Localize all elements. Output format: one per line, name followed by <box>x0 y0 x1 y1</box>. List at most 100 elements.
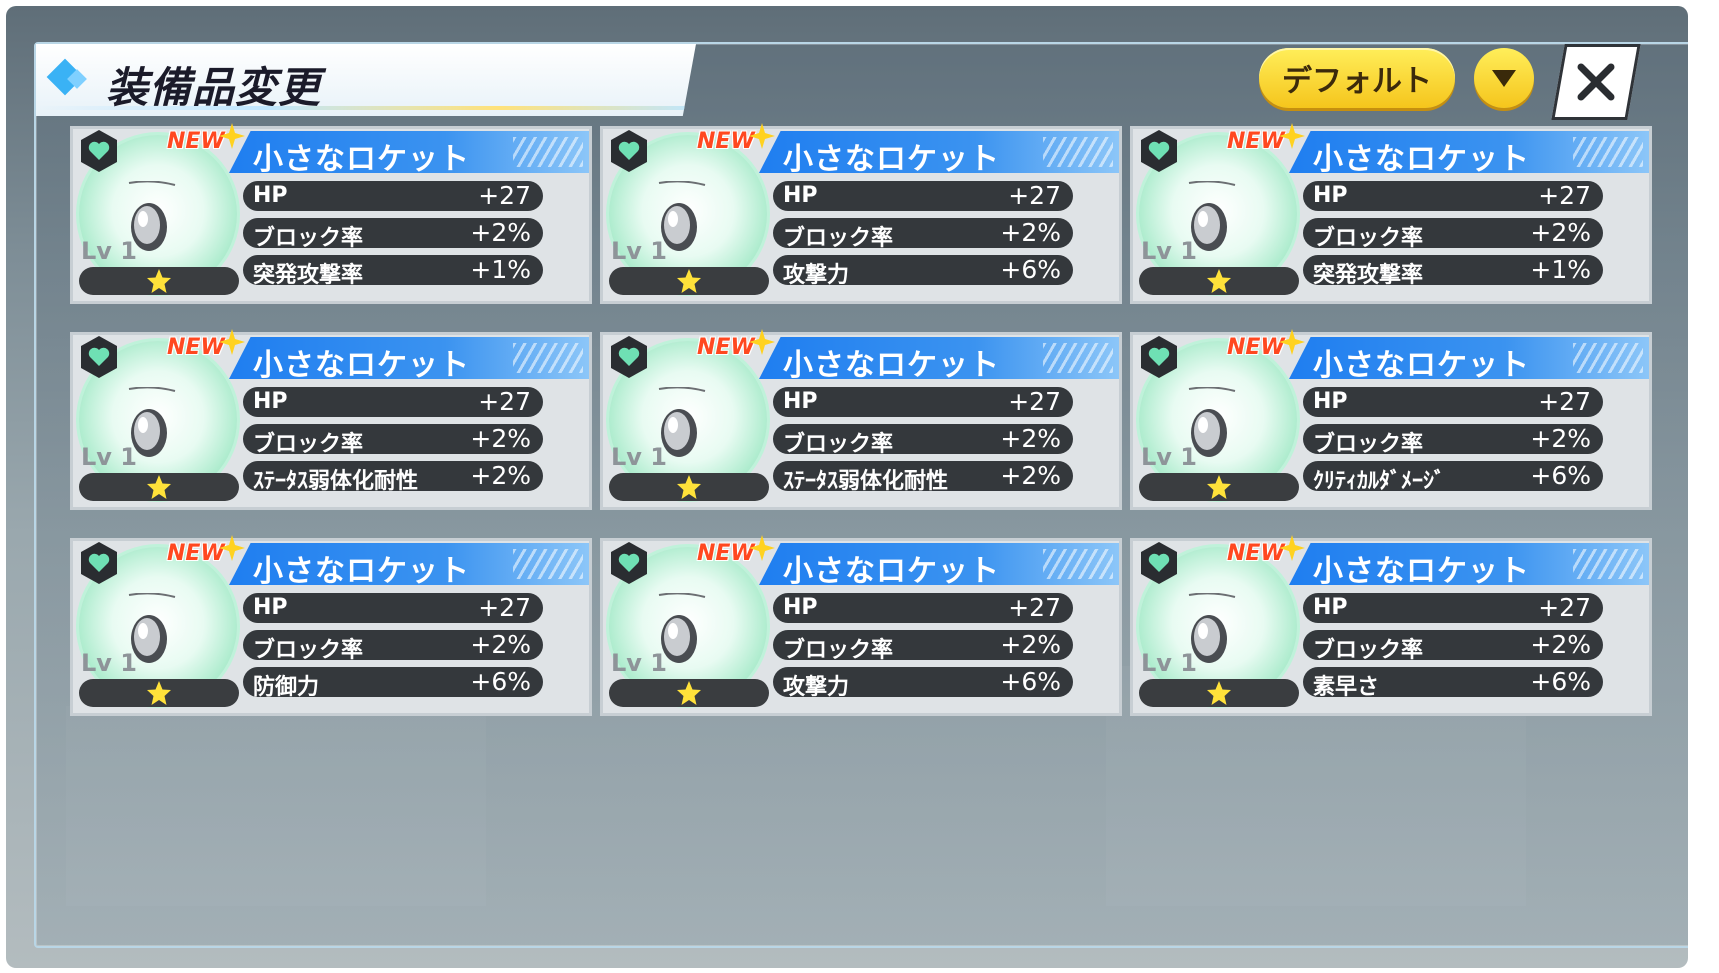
heart-hexagon-icon <box>81 336 117 378</box>
equipment-card[interactable]: NEW Lv 1 小さなロケット HP +27 ブロック率 +2% ｸﾘﾃｨｶﾙ… <box>1130 329 1652 510</box>
stat-label: ｽﾃｰﾀｽ弱体化耐性 <box>783 469 949 494</box>
stat-label: 突発攻撃率 <box>253 263 364 288</box>
equipment-card[interactable]: NEW Lv 1 小さなロケット HP +27 ブロック率 +2% ｽﾃｰﾀｽ弱… <box>70 329 592 510</box>
stat-label: ブロック率 <box>253 432 364 457</box>
sparkle-icon <box>1279 329 1305 355</box>
item-level: Lv 1 <box>1141 237 1197 265</box>
star-icon <box>1207 269 1231 293</box>
game-screen: 装備品変更 デフォルト NEW Lv 1 小さなロケット HP +27 ブロック… <box>6 6 1688 968</box>
heart-hexagon-icon <box>611 542 647 584</box>
sparkle-icon <box>219 123 245 149</box>
stat-value: +2% <box>1000 461 1061 490</box>
heart-hexagon-icon <box>1141 336 1177 378</box>
stat-label: ｸﾘﾃｨｶﾙﾀﾞﾒｰｼﾞ <box>1313 469 1446 494</box>
sparkle-icon <box>219 329 245 355</box>
item-name-bar: 小さなロケット <box>229 543 589 585</box>
rarity-bar <box>1139 267 1299 295</box>
equipment-card[interactable]: NEW Lv 1 小さなロケット HP +27 ブロック率 +2% 突発攻撃率 … <box>1130 123 1652 304</box>
stat-row: ｽﾃｰﾀｽ弱体化耐性 +2% <box>243 461 543 494</box>
stat-row: HP +27 <box>243 593 543 623</box>
stat-row: 攻撃力 +6% <box>773 667 1073 700</box>
sort-dropdown-button[interactable] <box>1474 48 1534 108</box>
item-name: 小さなロケット <box>783 348 1000 383</box>
close-button[interactable] <box>1551 44 1641 120</box>
sparkle-icon <box>749 535 775 561</box>
rarity-bar <box>79 267 239 295</box>
stat-value: +27 <box>1538 181 1591 210</box>
stat-row: ブロック率 +2% <box>243 218 543 251</box>
item-name: 小さなロケット <box>783 554 1000 589</box>
stat-row: HP +27 <box>1303 593 1603 623</box>
item-name: 小さなロケット <box>783 142 1000 177</box>
stat-value: +2% <box>470 461 531 490</box>
stat-label: HP <box>783 183 818 208</box>
stat-row: 素早さ +6% <box>1303 667 1603 700</box>
new-badge: NEW <box>1227 541 1285 566</box>
stat-value: +1% <box>1530 255 1591 284</box>
stat-row: ブロック率 +2% <box>773 630 1073 663</box>
stat-value: +6% <box>470 667 531 696</box>
stat-label: HP <box>1313 183 1348 208</box>
item-level: Lv 1 <box>1141 443 1197 471</box>
star-icon <box>147 269 171 293</box>
stat-row: HP +27 <box>773 387 1073 417</box>
stat-value: +27 <box>1008 593 1061 622</box>
stat-value: +2% <box>470 424 531 453</box>
item-name-bar: 小さなロケット <box>229 131 589 173</box>
item-name-bar: 小さなロケット <box>229 337 589 379</box>
stat-row: ブロック率 +2% <box>773 424 1073 457</box>
sparkle-icon <box>749 123 775 149</box>
equipment-card[interactable]: NEW Lv 1 小さなロケット HP +27 ブロック率 +2% 攻撃力 +6… <box>600 123 1122 304</box>
rarity-bar <box>1139 473 1299 501</box>
heart-hexagon-icon <box>611 336 647 378</box>
sparkle-icon <box>1279 123 1305 149</box>
item-name: 小さなロケット <box>253 348 470 383</box>
equipment-card[interactable]: NEW Lv 1 小さなロケット HP +27 ブロック率 +2% 防御力 +6… <box>70 535 592 716</box>
equipment-card[interactable]: NEW Lv 1 小さなロケット HP +27 ブロック率 +2% 突発攻撃率 … <box>70 123 592 304</box>
stat-row: ブロック率 +2% <box>243 630 543 663</box>
item-name-bar: 小さなロケット <box>1289 131 1649 173</box>
new-badge: NEW <box>1227 129 1285 154</box>
equipment-card[interactable]: NEW Lv 1 小さなロケット HP +27 ブロック率 +2% ｽﾃｰﾀｽ弱… <box>600 329 1122 510</box>
item-name-bar: 小さなロケット <box>759 131 1119 173</box>
stat-value: +2% <box>1000 424 1061 453</box>
stat-label: ブロック率 <box>783 432 894 457</box>
stat-value: +27 <box>478 181 531 210</box>
stat-value: +6% <box>1000 255 1061 284</box>
heart-hexagon-icon <box>1141 542 1177 584</box>
item-name-bar: 小さなロケット <box>1289 543 1649 585</box>
item-name: 小さなロケット <box>1313 554 1530 589</box>
new-badge: NEW <box>167 335 225 360</box>
stat-row: 突発攻撃率 +1% <box>243 255 543 288</box>
item-level: Lv 1 <box>1141 649 1197 677</box>
stat-value: +2% <box>1000 630 1061 659</box>
star-icon <box>677 681 701 705</box>
stat-label: HP <box>1313 595 1348 620</box>
item-name: 小さなロケット <box>1313 348 1530 383</box>
item-name-bar: 小さなロケット <box>759 337 1119 379</box>
stat-label: 突発攻撃率 <box>1313 263 1424 288</box>
stat-label: 攻撃力 <box>783 675 850 700</box>
stat-row: HP +27 <box>243 387 543 417</box>
stat-label: HP <box>253 595 288 620</box>
stat-value: +27 <box>1538 593 1591 622</box>
new-badge: NEW <box>167 129 225 154</box>
heart-hexagon-icon <box>81 542 117 584</box>
stat-label: ブロック率 <box>1313 638 1424 663</box>
stat-row: ブロック率 +2% <box>1303 630 1603 663</box>
item-level: Lv 1 <box>611 237 667 265</box>
rarity-bar <box>1139 679 1299 707</box>
new-badge: NEW <box>697 335 755 360</box>
title-bar: 装備品変更 <box>36 44 696 116</box>
sparkle-icon <box>219 535 245 561</box>
equipment-card[interactable]: NEW Lv 1 小さなロケット HP +27 ブロック率 +2% 攻撃力 +6… <box>600 535 1122 716</box>
sparkle-icon <box>1279 535 1305 561</box>
stat-label: 防御力 <box>253 675 320 700</box>
chevron-down-icon <box>1492 70 1516 87</box>
equipment-card[interactable]: NEW Lv 1 小さなロケット HP +27 ブロック率 +2% 素早さ +6… <box>1130 535 1652 716</box>
close-icon <box>1577 63 1615 101</box>
star-icon <box>1207 681 1231 705</box>
stat-row: ブロック率 +2% <box>243 424 543 457</box>
sparkle-icon <box>749 329 775 355</box>
default-button[interactable]: デフォルト <box>1259 48 1455 108</box>
